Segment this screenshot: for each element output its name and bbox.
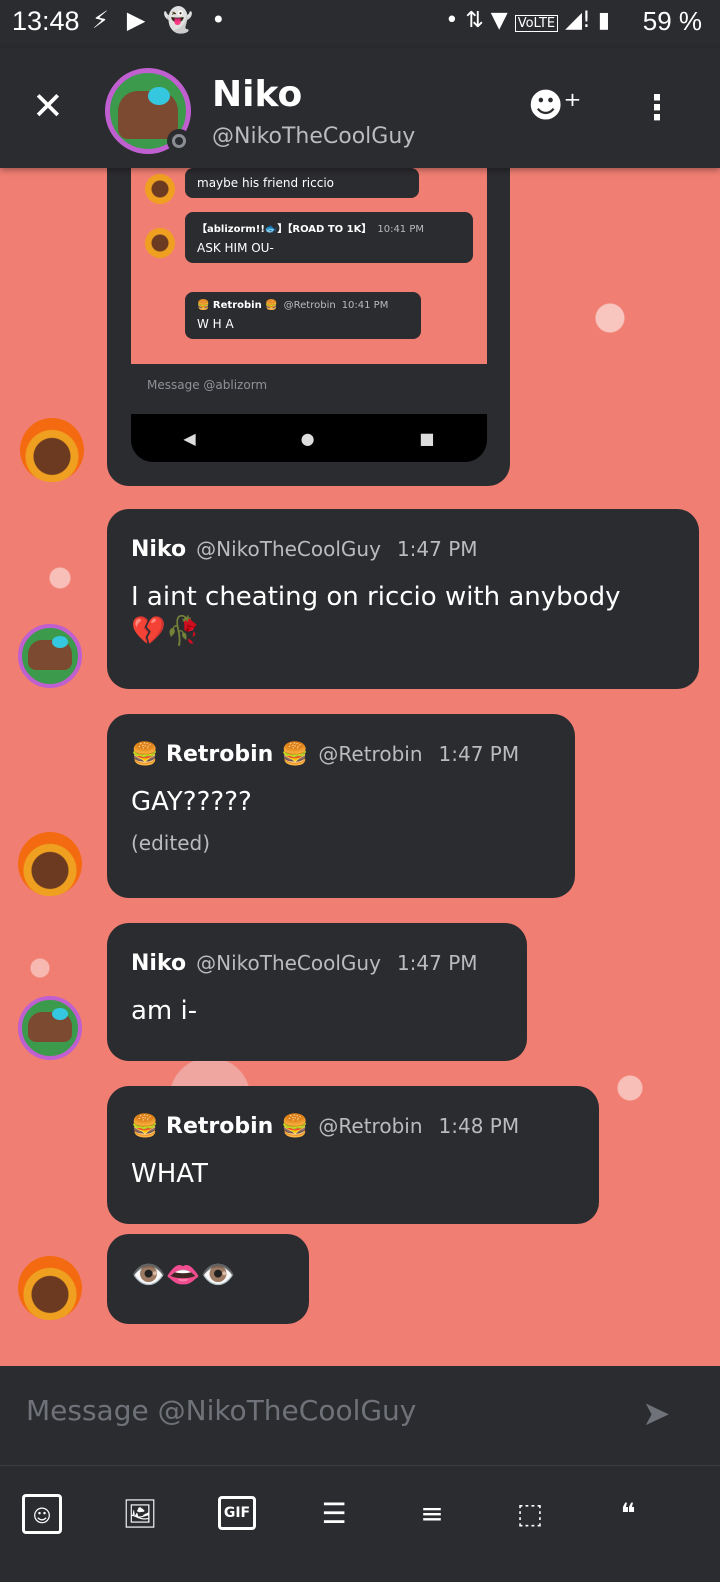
quote-icon[interactable]: ❝ (608, 1494, 648, 1534)
back-icon: ◀ (183, 428, 196, 448)
message-bubble[interactable]: Niko @NikoTheCoolGuy 1:47 PM am i- (107, 923, 527, 1061)
volte-label: VoLTE (514, 15, 559, 32)
close-icon[interactable]: ✕ (32, 86, 64, 126)
battery-level: 59 % (642, 6, 702, 36)
recents-icon: ■ (419, 428, 435, 448)
username[interactable]: 🍔 Retrobin 🍔 (131, 1114, 308, 1139)
signal-icons: • ⇅ ▼ VoLTE ◢! ▮ (445, 8, 610, 33)
message-emoji: 💔🥀 (131, 614, 201, 647)
spoiler-icon[interactable]: ⬚ (510, 1494, 550, 1534)
timestamp: 1:47 PM (396, 951, 478, 975)
user-handle: @NikoTheCoolGuy (196, 537, 381, 561)
image-upload-icon[interactable]: 🖼 (120, 1494, 160, 1534)
home-icon: ● (300, 428, 315, 448)
message-input-bar: Message @NikoTheCoolGuy ➤ (0, 1366, 720, 1466)
username[interactable]: Niko (131, 951, 186, 976)
user-handle: @Retrobin (318, 1114, 423, 1138)
mini-avatar (145, 228, 175, 258)
dm-header: ✕ Niko @NikoTheCoolGuy ☻⁺ ⋮ (0, 48, 720, 168)
more-options-icon[interactable]: ⋮ (640, 88, 674, 128)
chat-area[interactable]: maybe his friend riccio 【ablizorm!!🐟】【RO… (0, 168, 720, 1366)
add-friend-icon[interactable]: ☻⁺ (528, 86, 581, 126)
bullet-list-icon[interactable]: ☰ (314, 1494, 354, 1534)
send-icon[interactable]: ➤ (642, 1394, 671, 1434)
username[interactable]: 🍔 Retrobin 🍔 (131, 742, 308, 767)
message-text: GAY????? (131, 787, 252, 817)
message-bubble[interactable]: Niko @NikoTheCoolGuy 1:47 PM I aint chea… (107, 509, 699, 689)
user-handle: @Retrobin (318, 742, 423, 766)
avatar[interactable] (18, 832, 82, 896)
notification-icons: ⚡▶👻• (92, 6, 244, 34)
message-text: am i- (131, 996, 198, 1026)
status-time: 13:48 (12, 6, 80, 36)
message-bubble[interactable]: 🍔 Retrobin 🍔 @Retrobin 1:48 PM WHAT (107, 1086, 599, 1224)
wifi-icon: ▼ (490, 8, 508, 33)
embedded-nav-bar: ◀ ● ■ (131, 414, 487, 462)
username[interactable]: Niko (131, 537, 186, 562)
status-bar: 13:48 ⚡▶👻• • ⇅ ▼ VoLTE ◢! ▮ 59 % (0, 0, 720, 48)
embedded-message: 【ablizorm!!🐟】【ROAD TO 1K】 10:41 PM ASK HI… (185, 212, 473, 263)
avatar[interactable] (18, 1256, 82, 1320)
embedded-input: Message @ablizorm (131, 364, 487, 410)
emoji-picker-icon[interactable]: ☺ (22, 1494, 62, 1534)
message-bubble[interactable]: 🍔 Retrobin 🍔 @Retrobin 1:47 PM GAY????? … (107, 714, 575, 898)
edited-label: (edited) (131, 831, 211, 855)
contact-handle: @NikoTheCoolGuy (212, 124, 416, 149)
contact-name: Niko (212, 74, 303, 115)
embedded-screenshot: maybe his friend riccio 【ablizorm!!🐟】【RO… (131, 168, 487, 364)
avatar[interactable] (20, 418, 84, 482)
avatar[interactable] (18, 624, 82, 688)
message-text: WHAT (131, 1159, 208, 1189)
timestamp: 1:47 PM (438, 742, 520, 766)
message-text: I aint cheating on riccio with anybody (131, 582, 621, 612)
formatting-toolbar: ☺ 🖼 GIF ☰ ≡ ⬚ ❝ (0, 1466, 720, 1582)
battery-icon: ▮ (597, 8, 610, 33)
avatar[interactable] (18, 996, 82, 1060)
gif-button[interactable]: GIF (218, 1496, 256, 1530)
message-input[interactable]: Message @NikoTheCoolGuy (26, 1394, 416, 1427)
offline-status-icon (167, 129, 191, 153)
embedded-message: 🍔 Retrobin 🍔 @Retrobin 10:41 PM W H A (185, 292, 421, 339)
message-emoji: 👁️👄👁️ (131, 1258, 236, 1291)
user-handle: @NikoTheCoolGuy (196, 951, 381, 975)
timestamp: 1:48 PM (438, 1114, 520, 1138)
embedded-message: maybe his friend riccio (185, 168, 419, 198)
message-bubble[interactable]: 👁️👄👁️ (107, 1234, 309, 1324)
mini-avatar (145, 174, 175, 204)
image-attachment[interactable]: maybe his friend riccio 【ablizorm!!🐟】【RO… (107, 168, 510, 486)
numbered-list-icon[interactable]: ≡ (412, 1494, 452, 1534)
timestamp: 1:47 PM (396, 537, 478, 561)
cell-signal-icon: ◢! (565, 8, 591, 33)
